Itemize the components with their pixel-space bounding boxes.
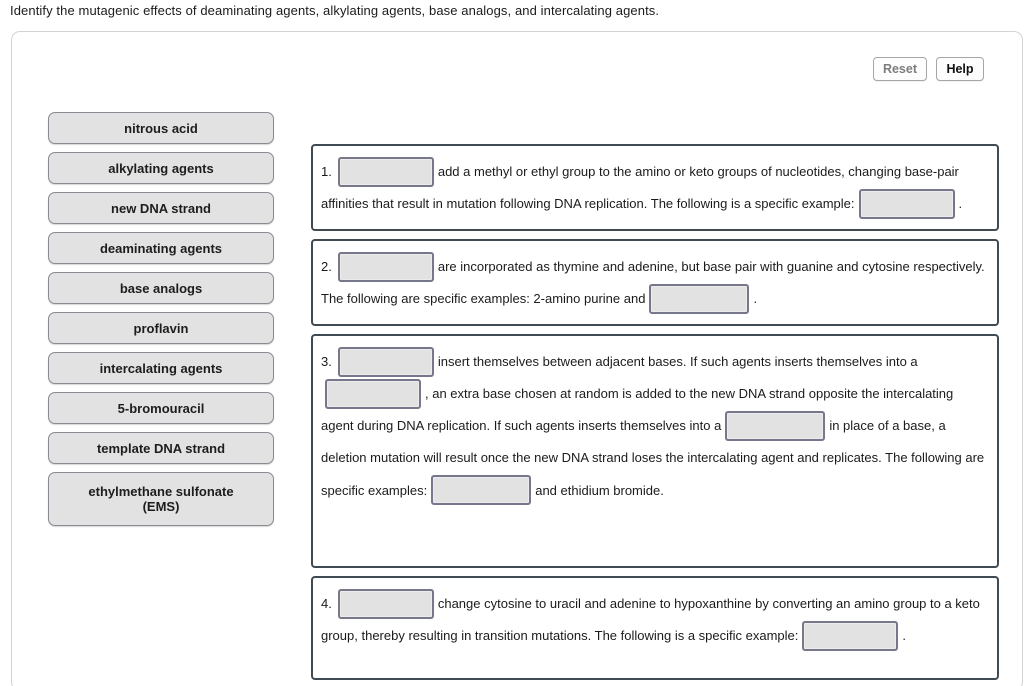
question-panels: 1. add a methyl or ethyl group to the ami…: [311, 144, 999, 686]
dropzone-3-4[interactable]: [431, 475, 532, 506]
exercise-frame: Reset Help nitrous acid alkylating agent…: [11, 31, 1023, 686]
question-text-3d: and ethidium bromide.: [535, 482, 664, 498]
question-number-2: 2.: [321, 259, 332, 275]
question-text-4b: .: [902, 628, 907, 644]
page-title: Identify the mutagenic effects of deamin…: [10, 3, 660, 18]
dropzone-2-2[interactable]: [649, 283, 750, 314]
question-panel-1: 1. add a methyl or ethyl group to the ami…: [311, 144, 999, 232]
help-button[interactable]: Help: [936, 57, 984, 81]
bank-tile-template-dna-strand[interactable]: template DNA strand: [48, 432, 274, 464]
dropzone-1-2[interactable]: [858, 188, 955, 219]
question-text-2b: .: [753, 291, 758, 307]
dropzone-3-1[interactable]: [337, 346, 434, 377]
question-panel-2: 2. are incorporated as thymine and adenin…: [311, 239, 999, 327]
dropzone-4-2[interactable]: [802, 620, 899, 651]
bank-tile-proflavin[interactable]: proflavin: [48, 312, 274, 344]
question-number-3: 3.: [321, 354, 332, 370]
bank-tile-alkylating-agents[interactable]: alkylating agents: [48, 152, 274, 184]
question-panel-4: 4. change cytosine to uracil and adenine …: [311, 576, 999, 681]
bank-tile-ethylmethane-sulfonate[interactable]: ethylmethane sulfonate (EMS): [48, 472, 274, 526]
question-text-1b: .: [958, 196, 963, 212]
bank-tile-intercalating-agents[interactable]: intercalating agents: [48, 352, 274, 384]
reset-button[interactable]: Reset: [872, 57, 927, 81]
dropzone-2-1[interactable]: [337, 251, 434, 282]
dropzone-3-2[interactable]: [325, 378, 421, 409]
bank-tile-deaminating-agents[interactable]: deaminating agents: [48, 232, 274, 264]
dropzone-1-1[interactable]: [337, 156, 434, 187]
bank-tile-new-dna-strand[interactable]: new DNA strand: [48, 192, 274, 224]
bank-tile-base-analogs[interactable]: base analogs: [48, 272, 274, 304]
question-number-4: 4.: [321, 596, 332, 612]
question-panel-3: 3. insert themselves between adjacent bas…: [311, 334, 999, 569]
dropzone-3-3[interactable]: [725, 410, 826, 441]
toolbar: Reset Help: [872, 57, 984, 81]
question-number-1: 1.: [321, 164, 332, 180]
answer-bank: nitrous acid alkylating agents new DNA s…: [48, 112, 284, 534]
dropzone-4-1[interactable]: [337, 588, 434, 619]
exercise-page: Identify the mutagenic effects of deamin…: [0, 0, 1024, 686]
bank-tile-5-bromouracil[interactable]: 5-bromouracil: [48, 392, 274, 424]
question-text-3a: insert themselves between adjacent bases…: [437, 354, 918, 370]
bank-tile-nitrous-acid[interactable]: nitrous acid: [48, 112, 274, 144]
